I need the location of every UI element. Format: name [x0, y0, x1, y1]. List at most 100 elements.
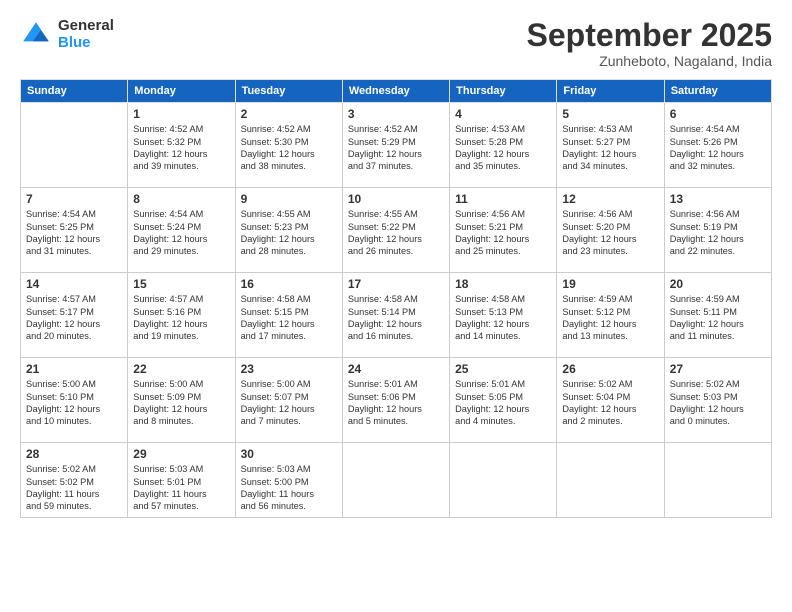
calendar-cell: 7 Sunrise: 4:54 AM Sunset: 5:25 PM Daylig… — [21, 188, 128, 273]
calendar-cell: 4 Sunrise: 4:53 AM Sunset: 5:28 PM Daylig… — [450, 103, 557, 188]
day-number: 17 — [348, 277, 444, 291]
day-info: Sunrise: 4:52 AM Sunset: 5:30 PM Dayligh… — [241, 123, 337, 173]
day-number: 30 — [241, 447, 337, 461]
calendar-cell: 6 Sunrise: 4:54 AM Sunset: 5:26 PM Daylig… — [664, 103, 771, 188]
day-info: Sunrise: 4:52 AM Sunset: 5:29 PM Dayligh… — [348, 123, 444, 173]
calendar-cell: 10 Sunrise: 4:55 AM Sunset: 5:22 PM Dayli… — [342, 188, 449, 273]
day-number: 1 — [133, 107, 229, 121]
day-header-saturday: Saturday — [664, 80, 771, 103]
day-info: Sunrise: 4:58 AM Sunset: 5:13 PM Dayligh… — [455, 293, 551, 343]
day-info: Sunrise: 4:55 AM Sunset: 5:22 PM Dayligh… — [348, 208, 444, 258]
day-number: 24 — [348, 362, 444, 376]
day-info: Sunrise: 5:01 AM Sunset: 5:06 PM Dayligh… — [348, 378, 444, 428]
day-info: Sunrise: 4:59 AM Sunset: 5:11 PM Dayligh… — [670, 293, 766, 343]
day-info: Sunrise: 5:02 AM Sunset: 5:04 PM Dayligh… — [562, 378, 658, 428]
day-header-friday: Friday — [557, 80, 664, 103]
calendar-cell: 17 Sunrise: 4:58 AM Sunset: 5:14 PM Dayli… — [342, 273, 449, 358]
day-info: Sunrise: 4:54 AM Sunset: 5:24 PM Dayligh… — [133, 208, 229, 258]
day-number: 26 — [562, 362, 658, 376]
day-number: 16 — [241, 277, 337, 291]
day-number: 3 — [348, 107, 444, 121]
day-number: 15 — [133, 277, 229, 291]
calendar-cell: 13Sunrise: 4:56 AM Sunset: 5:19 PM Dayli… — [664, 188, 771, 273]
calendar-cell: 25 Sunrise: 5:01 AM Sunset: 5:05 PM Dayli… — [450, 358, 557, 443]
day-info: Sunrise: 4:53 AM Sunset: 5:28 PM Dayligh… — [455, 123, 551, 173]
day-number: 13 — [670, 192, 766, 206]
day-header-monday: Monday — [128, 80, 235, 103]
calendar-cell: 3 Sunrise: 4:52 AM Sunset: 5:29 PM Daylig… — [342, 103, 449, 188]
day-info: Sunrise: 5:00 AM Sunset: 5:10 PM Dayligh… — [26, 378, 122, 428]
calendar-cell: 20 Sunrise: 4:59 AM Sunset: 5:11 PM Dayli… — [664, 273, 771, 358]
day-info: Sunrise: 4:52 AM Sunset: 5:32 PM Dayligh… — [133, 123, 229, 173]
calendar-header-row: SundayMondayTuesdayWednesdayThursdayFrid… — [21, 80, 772, 103]
day-number: 29 — [133, 447, 229, 461]
calendar-cell: 22 Sunrise: 5:00 AM Sunset: 5:09 PM Dayli… — [128, 358, 235, 443]
week-row-1: 1 Sunrise: 4:52 AM Sunset: 5:32 PM Daylig… — [21, 103, 772, 188]
day-number: 25 — [455, 362, 551, 376]
logo-text: General Blue — [58, 18, 114, 51]
calendar-cell: 28 Sunrise: 5:02 AM Sunset: 5:02 PM Dayli… — [21, 443, 128, 518]
calendar-cell: 8 Sunrise: 4:54 AM Sunset: 5:24 PM Daylig… — [128, 188, 235, 273]
calendar-cell: 29 Sunrise: 5:03 AM Sunset: 5:01 PM Dayli… — [128, 443, 235, 518]
day-number: 22 — [133, 362, 229, 376]
day-number: 27 — [670, 362, 766, 376]
calendar-cell: 5 Sunrise: 4:53 AM Sunset: 5:27 PM Daylig… — [557, 103, 664, 188]
location-subtitle: Zunheboto, Nagaland, India — [527, 53, 772, 69]
day-number: 12 — [562, 192, 658, 206]
day-info: Sunrise: 5:00 AM Sunset: 5:09 PM Dayligh… — [133, 378, 229, 428]
week-row-3: 14Sunrise: 4:57 AM Sunset: 5:17 PM Dayli… — [21, 273, 772, 358]
day-info: Sunrise: 5:03 AM Sunset: 5:00 PM Dayligh… — [241, 463, 337, 513]
calendar-table: SundayMondayTuesdayWednesdayThursdayFrid… — [20, 79, 772, 518]
calendar-cell: 24 Sunrise: 5:01 AM Sunset: 5:06 PM Dayli… — [342, 358, 449, 443]
calendar-cell: 14Sunrise: 4:57 AM Sunset: 5:17 PM Dayli… — [21, 273, 128, 358]
day-info: Sunrise: 4:58 AM Sunset: 5:15 PM Dayligh… — [241, 293, 337, 343]
logo-blue-text: Blue — [58, 35, 114, 52]
calendar-cell: 27Sunrise: 5:02 AM Sunset: 5:03 PM Dayli… — [664, 358, 771, 443]
calendar-cell: 21 Sunrise: 5:00 AM Sunset: 5:10 PM Dayli… — [21, 358, 128, 443]
header: General Blue September 2025 Zunheboto, N… — [20, 18, 772, 69]
day-info: Sunrise: 4:57 AM Sunset: 5:16 PM Dayligh… — [133, 293, 229, 343]
day-number: 18 — [455, 277, 551, 291]
calendar-cell: 1 Sunrise: 4:52 AM Sunset: 5:32 PM Daylig… — [128, 103, 235, 188]
calendar-cell: 9Sunrise: 4:55 AM Sunset: 5:23 PM Daylig… — [235, 188, 342, 273]
logo: General Blue — [20, 18, 114, 51]
day-number: 10 — [348, 192, 444, 206]
day-number: 20 — [670, 277, 766, 291]
day-number: 21 — [26, 362, 122, 376]
calendar-cell: 11Sunrise: 4:56 AM Sunset: 5:21 PM Dayli… — [450, 188, 557, 273]
title-block: September 2025 Zunheboto, Nagaland, Indi… — [527, 18, 772, 69]
day-info: Sunrise: 5:03 AM Sunset: 5:01 PM Dayligh… — [133, 463, 229, 513]
day-number: 19 — [562, 277, 658, 291]
calendar-cell: 30 Sunrise: 5:03 AM Sunset: 5:00 PM Dayli… — [235, 443, 342, 518]
calendar-cell: 23 Sunrise: 5:00 AM Sunset: 5:07 PM Dayli… — [235, 358, 342, 443]
day-info: Sunrise: 4:57 AM Sunset: 5:17 PM Dayligh… — [26, 293, 122, 343]
week-row-2: 7 Sunrise: 4:54 AM Sunset: 5:25 PM Daylig… — [21, 188, 772, 273]
day-info: Sunrise: 4:58 AM Sunset: 5:14 PM Dayligh… — [348, 293, 444, 343]
day-info: Sunrise: 4:56 AM Sunset: 5:21 PM Dayligh… — [455, 208, 551, 258]
day-number: 8 — [133, 192, 229, 206]
day-number: 28 — [26, 447, 122, 461]
day-number: 23 — [241, 362, 337, 376]
week-row-5: 28 Sunrise: 5:02 AM Sunset: 5:02 PM Dayli… — [21, 443, 772, 518]
day-info: Sunrise: 4:54 AM Sunset: 5:25 PM Dayligh… — [26, 208, 122, 258]
day-number: 6 — [670, 107, 766, 121]
day-info: Sunrise: 4:55 AM Sunset: 5:23 PM Dayligh… — [241, 208, 337, 258]
day-info: Sunrise: 5:00 AM Sunset: 5:07 PM Dayligh… — [241, 378, 337, 428]
calendar-cell: 12 Sunrise: 4:56 AM Sunset: 5:20 PM Dayli… — [557, 188, 664, 273]
day-number: 4 — [455, 107, 551, 121]
calendar-cell: 26 Sunrise: 5:02 AM Sunset: 5:04 PM Dayli… — [557, 358, 664, 443]
calendar-cell — [342, 443, 449, 518]
day-number: 2 — [241, 107, 337, 121]
day-info: Sunrise: 4:53 AM Sunset: 5:27 PM Dayligh… — [562, 123, 658, 173]
day-info: Sunrise: 5:01 AM Sunset: 5:05 PM Dayligh… — [455, 378, 551, 428]
calendar-cell: 19 Sunrise: 4:59 AM Sunset: 5:12 PM Dayli… — [557, 273, 664, 358]
page: General Blue September 2025 Zunheboto, N… — [0, 0, 792, 612]
day-info: Sunrise: 4:56 AM Sunset: 5:20 PM Dayligh… — [562, 208, 658, 258]
day-info: Sunrise: 4:54 AM Sunset: 5:26 PM Dayligh… — [670, 123, 766, 173]
day-number: 7 — [26, 192, 122, 206]
day-info: Sunrise: 5:02 AM Sunset: 5:02 PM Dayligh… — [26, 463, 122, 513]
day-info: Sunrise: 4:59 AM Sunset: 5:12 PM Dayligh… — [562, 293, 658, 343]
logo-icon — [20, 19, 52, 51]
day-number: 5 — [562, 107, 658, 121]
calendar-cell — [450, 443, 557, 518]
